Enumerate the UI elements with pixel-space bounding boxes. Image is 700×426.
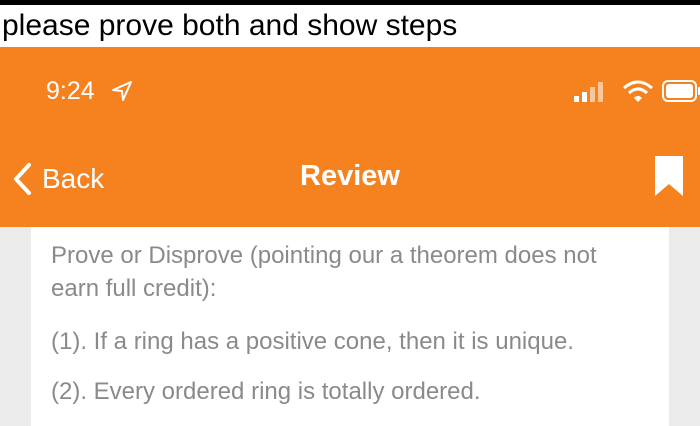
- question-caption: please prove both and show steps: [2, 9, 458, 42]
- question-item-1: (1). If a ring has a positive cone, then…: [51, 328, 574, 355]
- wifi-icon: [623, 80, 653, 102]
- status-time: 9:24: [46, 77, 95, 105]
- phone-screen: 9:24 Back Review Prove or Disprove (poin…: [0, 47, 700, 426]
- question-item-2: (2). Every ordered ring is totally order…: [51, 378, 481, 405]
- bookmark-icon[interactable]: [652, 154, 686, 198]
- question-card: Prove or Disprove (pointing our a theore…: [31, 227, 669, 426]
- instruction-text: Prove or Disprove (pointing our a theore…: [51, 242, 597, 302]
- signal-icon: [574, 82, 603, 102]
- location-arrow-icon: [112, 81, 132, 101]
- battery-icon: [662, 80, 700, 102]
- app-header: 9:24 Back Review: [0, 47, 700, 227]
- page-title: Review: [300, 160, 400, 192]
- top-divider: [0, 0, 700, 5]
